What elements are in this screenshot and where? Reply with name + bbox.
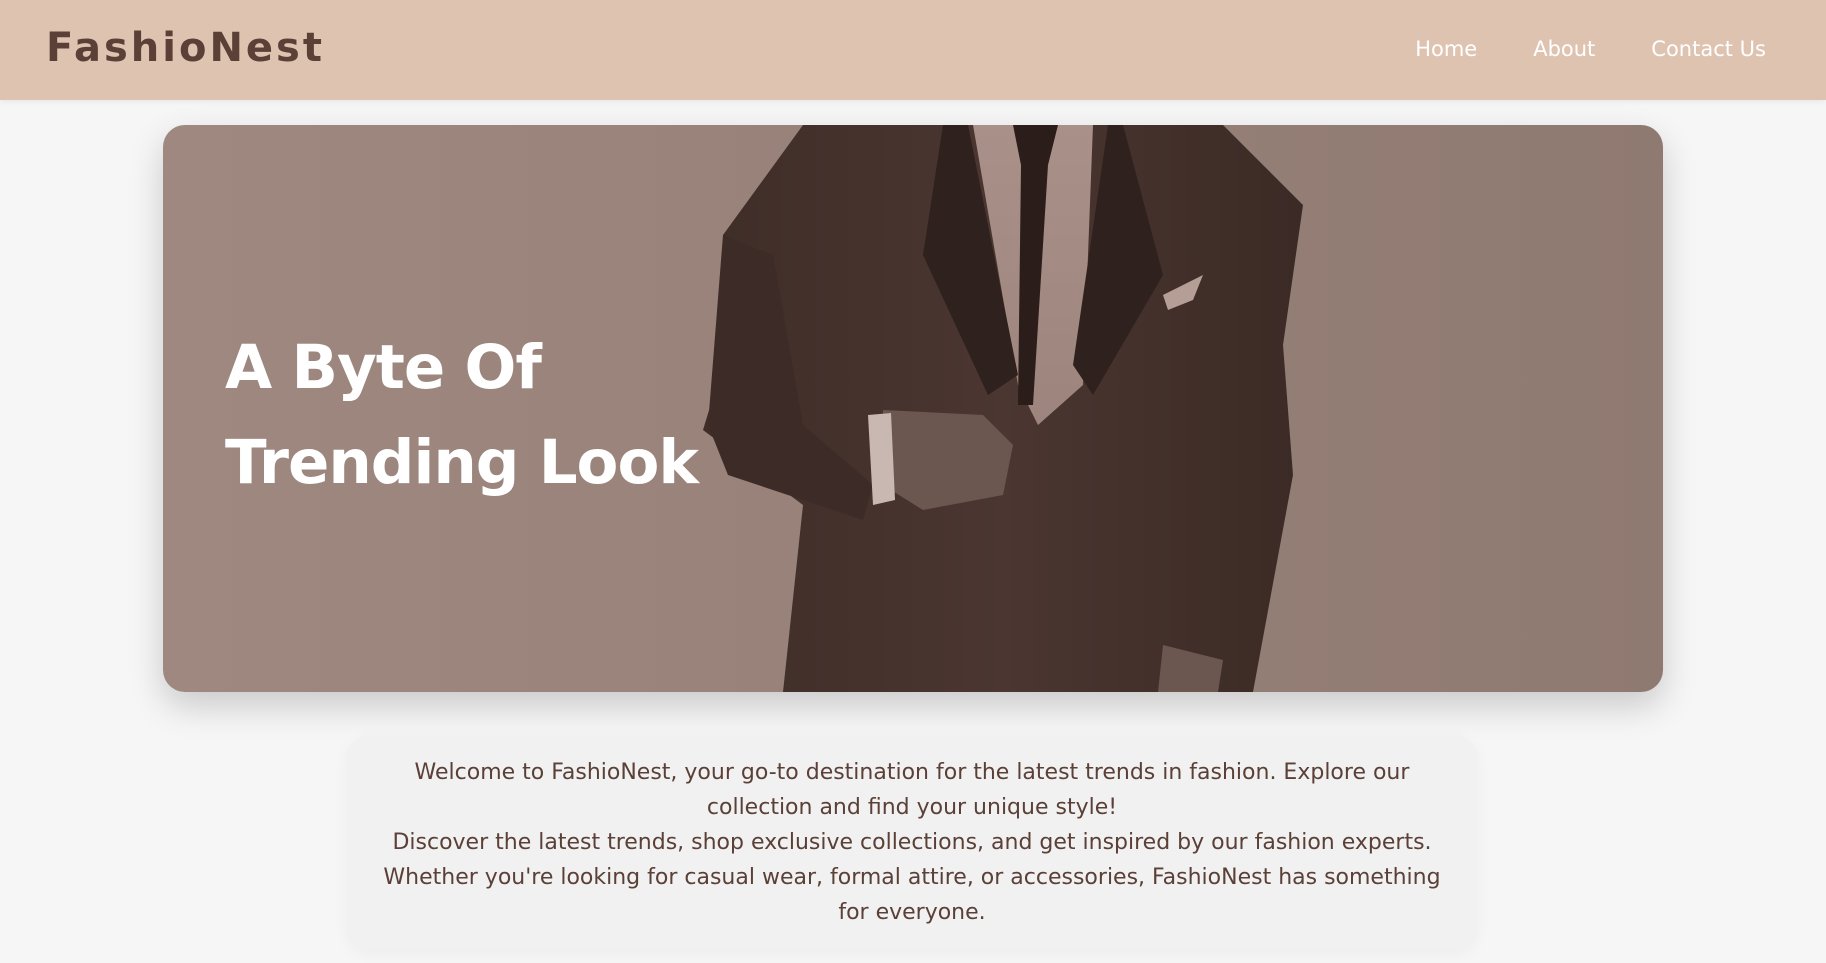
hero-heading-line1: A Byte Of <box>225 332 542 403</box>
nav-home-link[interactable]: Home <box>1415 34 1477 64</box>
discover-paragraph: Discover the latest trends, shop exclusi… <box>383 830 1441 925</box>
welcome-paragraph: Welcome to FashioNest, your go-to destin… <box>414 760 1410 820</box>
nav-contact-link[interactable]: Contact Us <box>1651 34 1766 64</box>
hero-heading: A Byte Of Trending Look <box>225 320 699 510</box>
hero-heading-line2: Trending Look <box>225 427 699 498</box>
hero-banner: A Byte Of Trending Look <box>163 125 1663 692</box>
nav-about-link[interactable]: About <box>1533 34 1595 64</box>
welcome-text-block: Welcome to FashioNest, your go-to destin… <box>382 755 1442 930</box>
brand-logo[interactable]: FashioNest <box>46 24 325 72</box>
main-nav: Home About Contact Us <box>1415 34 1766 64</box>
top-navbar: FashioNest Home About Contact Us <box>0 0 1826 100</box>
